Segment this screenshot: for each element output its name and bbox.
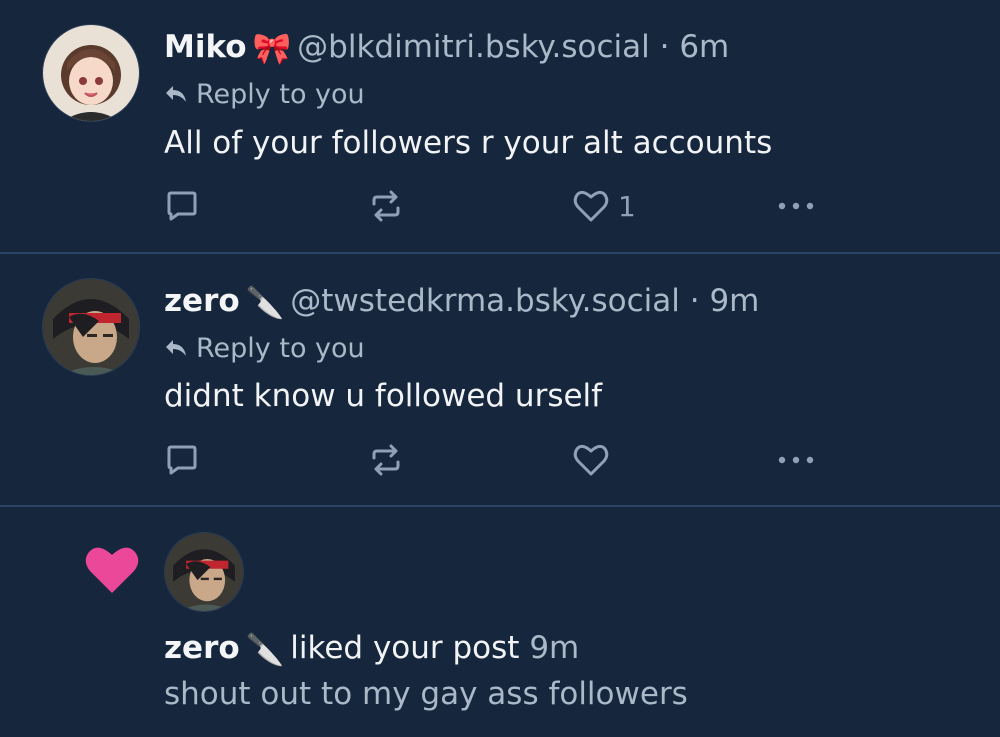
notification-action: liked your post (290, 630, 520, 666)
reply-post[interactable]: zero 🔪 @twstedkrma.bsky.social · 9m Reply … (0, 254, 1000, 506)
separator: · (689, 283, 700, 319)
reply-label: Reply to you (196, 79, 365, 110)
post-actions: 1 (164, 186, 844, 226)
heart-icon (573, 190, 609, 222)
more-icon (778, 456, 814, 464)
author-name[interactable]: Miko (164, 29, 247, 65)
author-handle[interactable]: @twstedkrma.bsky.social (290, 283, 680, 319)
reply-indicator: Reply to you (164, 78, 365, 112)
like-count: 1 (618, 189, 636, 223)
like-button[interactable] (572, 440, 618, 480)
post-time[interactable]: 9m (709, 283, 759, 319)
ribbon-icon: 🎀 (252, 30, 292, 67)
more-button[interactable] (776, 440, 816, 480)
avatar[interactable] (42, 278, 140, 376)
like-button[interactable]: 1 (572, 186, 636, 226)
post-actions (164, 440, 844, 480)
author-handle[interactable]: @blkdimitri.bsky.social (297, 29, 650, 65)
reply-button[interactable] (164, 186, 200, 226)
knife-icon: 🔪 (245, 284, 285, 321)
reply-icon (167, 191, 197, 221)
avatar[interactable] (164, 532, 244, 612)
author-name[interactable]: zero (164, 283, 240, 319)
reply-arrow-icon (166, 340, 186, 356)
avatar[interactable] (42, 24, 140, 122)
more-button[interactable] (776, 186, 816, 226)
heart-icon (85, 547, 139, 593)
repost-icon (372, 190, 400, 222)
more-icon (778, 202, 814, 210)
heart-icon (573, 444, 609, 476)
post-snippet[interactable]: shout out to my gay ass followers (164, 674, 688, 714)
notifications-feed: Miko 🎀 @blkdimitri.bsky.social · 6m Reply … (0, 0, 1000, 737)
repost-icon (372, 444, 400, 476)
knife-icon: 🔪 (245, 631, 285, 668)
post-text: All of your followers r your alt account… (164, 125, 773, 161)
post-time[interactable]: 6m (679, 29, 729, 65)
repost-button[interactable] (368, 186, 404, 226)
separator: · (659, 29, 670, 65)
reply-icon (167, 445, 197, 475)
reply-arrow-icon (166, 86, 186, 102)
reply-post[interactable]: Miko 🎀 @blkdimitri.bsky.social · 6m Reply … (0, 0, 1000, 252)
reply-label: Reply to you (196, 333, 365, 364)
author-name[interactable]: zero (164, 630, 240, 666)
repost-button[interactable] (368, 440, 404, 480)
notification-time: 9m (529, 630, 580, 666)
reply-button[interactable] (164, 440, 200, 480)
post-text: didnt know u followed urself (164, 378, 603, 414)
divider (0, 505, 1000, 507)
reply-indicator: Reply to you (164, 332, 365, 366)
